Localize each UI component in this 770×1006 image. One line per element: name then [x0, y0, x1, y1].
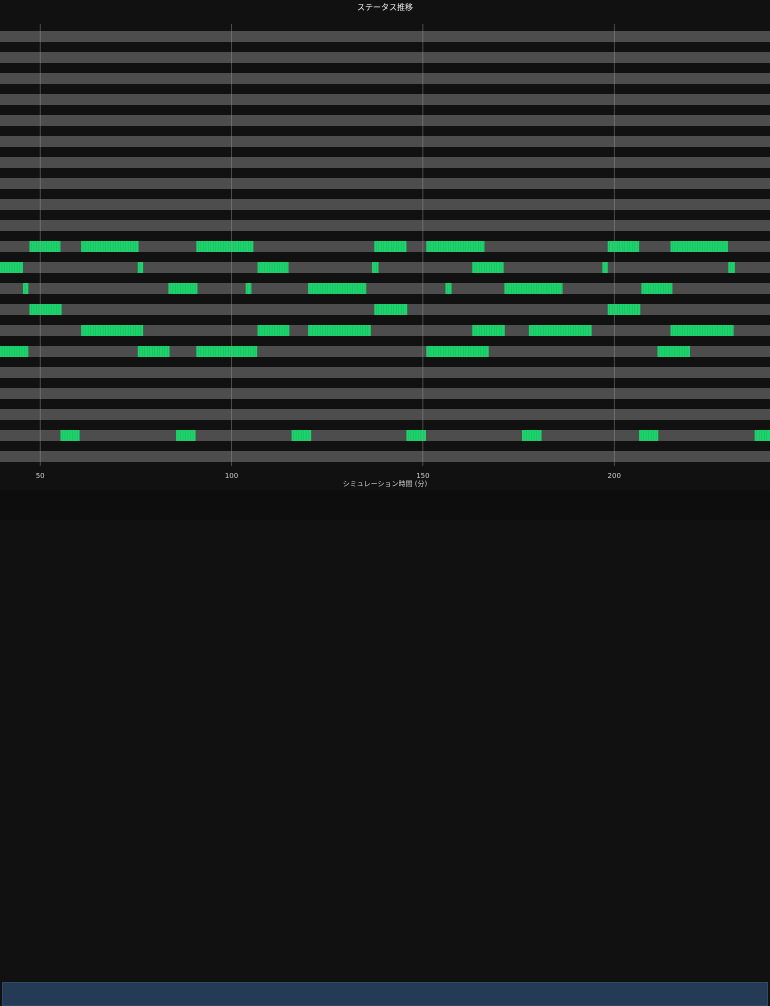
timeline-row-18 — [0, 409, 770, 420]
timeline-row-20 — [0, 451, 770, 462]
active-segment-11-6 — [728, 262, 735, 273]
active-segment-19-2 — [291, 430, 312, 441]
timeline-row-11 — [0, 262, 770, 273]
active-segment-15-2 — [196, 346, 258, 357]
active-segment-10-2 — [196, 241, 254, 252]
timeline-row-2 — [0, 73, 770, 84]
timeline-scroll-panel[interactable] — [2, 982, 768, 1006]
timeline-row-4 — [0, 115, 770, 126]
active-segment-13-1 — [374, 304, 408, 315]
chart-frame: 50 100 150 200 ステータス推移 シミュレーション時間 (分) — [0, 0, 770, 490]
timeline-row-1 — [0, 52, 770, 63]
active-segment-10-6 — [670, 241, 728, 252]
timeline-row-15 — [0, 346, 770, 357]
active-segment-12-2 — [245, 283, 252, 294]
timeline-row-9 — [0, 220, 770, 231]
active-segment-19-6 — [754, 430, 770, 441]
timeline-row-7 — [0, 178, 770, 189]
timeline-row-3 — [0, 94, 770, 105]
active-segment-11-1 — [137, 262, 144, 273]
chart-title: ステータス推移 — [357, 3, 413, 12]
active-segment-10-1 — [81, 241, 139, 252]
timeline-row-16 — [0, 367, 770, 378]
timeline-row-5 — [0, 136, 770, 147]
active-segment-12-4 — [445, 283, 452, 294]
timeline-rows — [0, 31, 770, 462]
active-segment-11-5 — [602, 262, 608, 273]
active-segment-13-2 — [607, 304, 641, 315]
timeline-row-8 — [0, 199, 770, 210]
bottom-panel — [0, 490, 770, 1006]
active-segment-19-1 — [176, 430, 196, 441]
timeline-row-6 — [0, 157, 770, 168]
timeline-row-0 — [0, 31, 770, 42]
active-segment-19-4 — [522, 430, 542, 441]
x-axis-label: シミュレーション時間 (分) — [342, 480, 428, 488]
active-segment-15-0 — [0, 346, 29, 357]
active-segment-11-3 — [371, 262, 379, 273]
active-segment-14-3 — [472, 325, 505, 336]
active-segment-13-0 — [29, 304, 62, 315]
active-segment-12-0 — [22, 283, 29, 294]
active-segment-10-3 — [374, 241, 407, 252]
chart-plot: 50 100 150 200 — [0, 24, 770, 480]
timeline-row-17 — [0, 388, 770, 399]
active-segment-15-4 — [657, 346, 691, 357]
